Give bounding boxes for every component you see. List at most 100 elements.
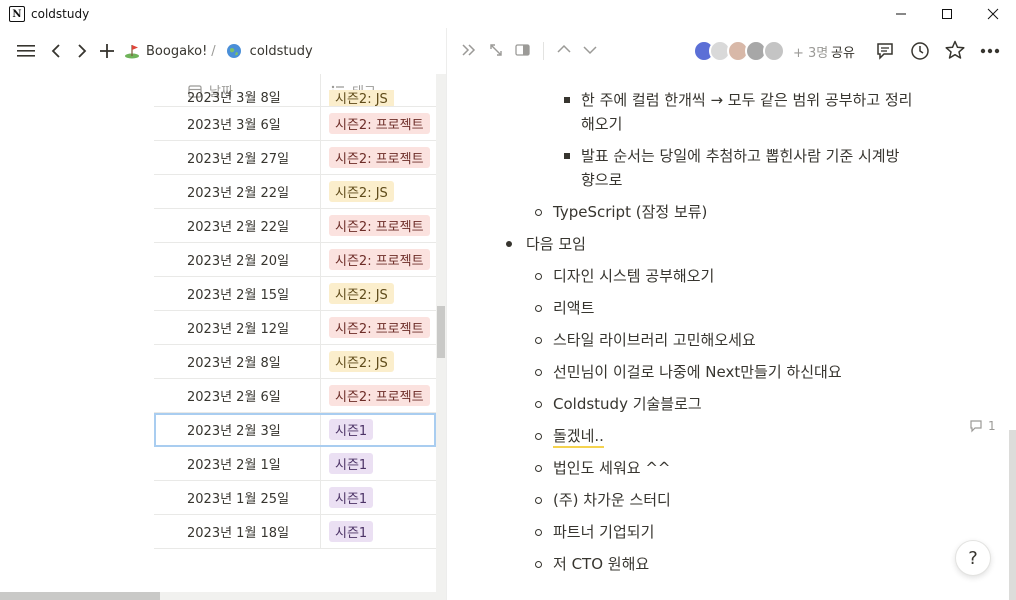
date-cell[interactable]: 2023년 1월 18일 xyxy=(154,515,321,548)
expand-button[interactable] xyxy=(489,43,503,57)
table-row[interactable]: 2023년 3월 6일 시즌2: 프로젝트 xyxy=(154,107,436,141)
date-cell[interactable]: 2023년 2월 12일 xyxy=(154,311,321,344)
menu-button[interactable] xyxy=(16,41,36,61)
tag-cell[interactable]: 시즌2: 프로젝트 xyxy=(321,243,436,276)
table-row[interactable]: 2023년 3월 8일 시즌2: JS xyxy=(154,90,436,107)
list-item-text[interactable]: 향으로 xyxy=(581,168,622,192)
list-item-text[interactable]: Coldstudy 기술블로그 xyxy=(553,392,702,416)
comment-count: 1 xyxy=(988,419,996,433)
list-item-text[interactable]: 발표 순서는 당일에 추첨하고 뽑힌사람 기준 시계방 xyxy=(581,144,899,168)
list-item-text[interactable]: 리액트 xyxy=(553,296,594,320)
tag-cell[interactable]: 시즌2: 프로젝트 xyxy=(321,379,436,412)
more-horizontal-icon xyxy=(980,48,1000,54)
table-row[interactable]: 2023년 2월 22일 시즌2: 프로젝트 xyxy=(154,209,436,243)
list-item-text[interactable]: 돌겠네.. xyxy=(553,424,604,448)
tag-cell[interactable]: 시즌1 xyxy=(321,481,436,514)
close-peek-button[interactable] xyxy=(461,43,477,57)
breadcrumb-item-coldstudy[interactable]: coldstudy xyxy=(226,43,313,59)
tag-cell[interactable]: 시즌2: JS xyxy=(321,345,436,378)
date-cell[interactable]: 2023년 2월 22일 xyxy=(154,209,321,242)
help-button[interactable]: ? xyxy=(955,540,991,576)
forward-button[interactable] xyxy=(74,41,90,61)
list-item-text[interactable]: 해오기 xyxy=(581,112,622,136)
table-row[interactable]: 2023년 2월 22일 시즌2: JS xyxy=(154,175,436,209)
side-peek-toggle-button[interactable] xyxy=(515,44,530,56)
tag-cell[interactable]: 시즌2: JS xyxy=(321,90,436,106)
left-vertical-scrollbar[interactable] xyxy=(436,74,446,600)
table-row[interactable]: 2023년 2월 27일 시즌2: 프로젝트 xyxy=(154,141,436,175)
tag-cell[interactable]: 시즌2: 프로젝트 xyxy=(321,141,436,174)
right-vertical-scrollbar[interactable] xyxy=(1008,74,1016,600)
scrollbar-thumb[interactable] xyxy=(437,306,445,358)
comment-icon xyxy=(877,43,893,60)
circle-bullet xyxy=(535,497,542,504)
left-horizontal-scrollbar[interactable] xyxy=(0,592,446,600)
table-row[interactable]: 2023년 2월 3일 시즌1 xyxy=(154,413,436,447)
table-row[interactable]: 2023년 2월 20일 시즌2: 프로젝트 xyxy=(154,243,436,277)
tag-cell[interactable]: 시즌1 xyxy=(321,515,436,548)
next-page-button[interactable] xyxy=(583,45,597,55)
share-button[interactable]: 공유 xyxy=(831,42,855,61)
list-item-text[interactable]: 파트너 기업되기 xyxy=(553,520,654,544)
table-row[interactable]: 2023년 2월 1일 시즌1 xyxy=(154,447,436,481)
new-page-button[interactable] xyxy=(98,41,116,61)
list-item-text[interactable]: (주) 차가운 스터디 xyxy=(553,488,671,512)
tag-cell[interactable]: 시즌2: JS xyxy=(321,277,436,310)
previous-page-button[interactable] xyxy=(557,44,571,54)
scrollbar-thumb[interactable] xyxy=(1009,430,1016,600)
list-item-text[interactable]: TypeScript (잠정 보류) xyxy=(553,200,707,224)
date-cell[interactable]: 2023년 2월 20일 xyxy=(154,243,321,276)
back-button[interactable] xyxy=(48,41,64,61)
date-cell[interactable]: 2023년 2월 3일 xyxy=(154,413,321,446)
plus-icon xyxy=(100,44,114,58)
tag-cell[interactable]: 시즌2: 프로젝트 xyxy=(321,311,436,344)
more-options-button[interactable] xyxy=(980,48,1000,54)
date-cell[interactable]: 2023년 2월 22일 xyxy=(154,175,321,208)
date-cell[interactable]: 2023년 2월 1일 xyxy=(154,447,321,480)
table-row[interactable]: 2023년 2월 15일 시즌2: JS xyxy=(154,277,436,311)
close-window-button[interactable] xyxy=(970,0,1016,28)
breadcrumb-item-boogako[interactable]: Boogako! xyxy=(124,43,207,59)
date-cell[interactable]: 2023년 2월 15일 xyxy=(154,277,321,310)
tag-badge: 시즌2: JS xyxy=(329,90,394,106)
date-cell[interactable]: 2023년 3월 8일 xyxy=(154,90,321,106)
maximize-button[interactable] xyxy=(924,0,970,28)
date-cell[interactable]: 2023년 1월 25일 xyxy=(154,481,321,514)
table-row[interactable]: 2023년 1월 18일 시즌1 xyxy=(154,515,436,549)
date-cell[interactable]: 2023년 2월 6일 xyxy=(154,379,321,412)
table-row[interactable]: 2023년 1월 25일 시즌1 xyxy=(154,481,436,515)
tag-cell[interactable]: 시즌1 xyxy=(321,413,436,446)
date-cell[interactable]: 2023년 2월 8일 xyxy=(154,345,321,378)
list-item-text[interactable]: 저 CTO 원해요 xyxy=(553,552,649,576)
updates-button[interactable] xyxy=(910,41,930,61)
date-cell[interactable]: 2023년 2월 27일 xyxy=(154,141,321,174)
list-item-text[interactable]: 법인도 세워요 ^^ xyxy=(553,456,670,480)
tag-cell[interactable]: 시즌2: 프로젝트 xyxy=(321,107,436,140)
list-item-text[interactable]: 스타일 라이브러리 고민해오세요 xyxy=(553,328,756,352)
list-item-text[interactable]: 선민님이 이걸로 나중에 Next만들기 하신대요 xyxy=(553,360,842,384)
scrollbar-thumb[interactable] xyxy=(0,592,160,600)
favorite-button[interactable] xyxy=(945,40,965,60)
tag-cell[interactable]: 시즌2: JS xyxy=(321,175,436,208)
circle-bullet xyxy=(535,209,542,216)
comments-button[interactable] xyxy=(875,41,895,61)
table-row[interactable]: 2023년 2월 8일 시즌2: JS xyxy=(154,345,436,379)
collaborator-count[interactable]: + 3명 xyxy=(793,42,828,61)
square-bullet xyxy=(564,97,570,103)
tag-badge: 시즌2: 프로젝트 xyxy=(329,385,430,406)
avatar[interactable] xyxy=(763,40,785,62)
table-row[interactable]: 2023년 2월 6일 시즌2: 프로젝트 xyxy=(154,379,436,413)
tag-cell[interactable]: 시즌1 xyxy=(321,447,436,480)
list-item-text[interactable]: 다음 모임 xyxy=(526,232,586,256)
circle-bullet xyxy=(535,369,542,376)
tag-cell[interactable]: 시즌2: 프로젝트 xyxy=(321,209,436,242)
globe-emoji-icon xyxy=(226,44,241,58)
date-cell[interactable]: 2023년 3월 6일 xyxy=(154,107,321,140)
list-item-text[interactable]: 한 주에 컬럼 한개씩 → 모두 같은 범위 공부하고 정리 xyxy=(581,88,912,112)
table-row[interactable]: 2023년 2월 12일 시즌2: 프로젝트 xyxy=(154,311,436,345)
minimize-button[interactable] xyxy=(878,0,924,28)
inline-comment-indicator[interactable]: 1 xyxy=(969,419,996,433)
list-item-text[interactable]: 디자인 시스템 공부해오기 xyxy=(553,264,714,288)
circle-bullet xyxy=(535,305,542,312)
commented-text-highlight[interactable]: 돌겠네.. xyxy=(553,427,604,448)
